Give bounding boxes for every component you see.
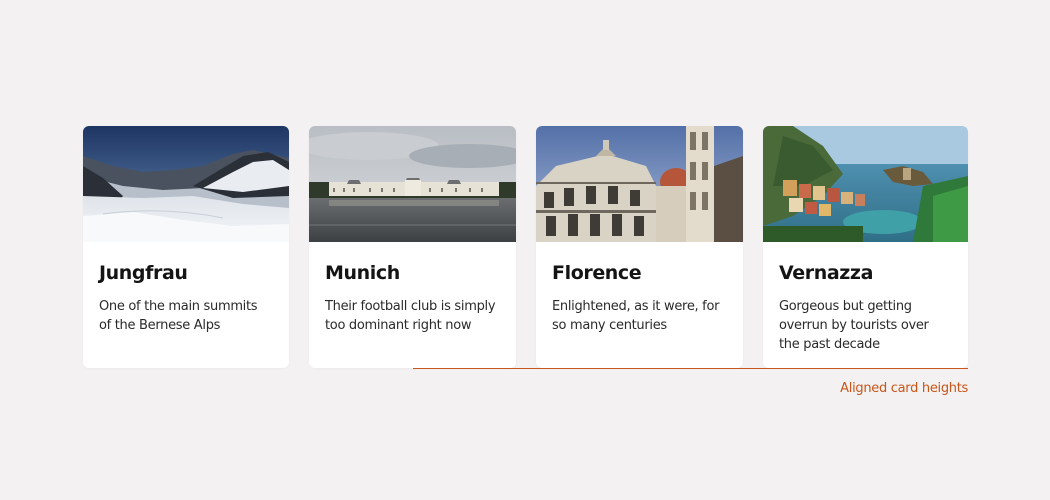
card-body: Jungfrau One of the main summits of the … <box>83 242 289 335</box>
coastal-village-image <box>763 126 968 242</box>
glacier-image <box>83 126 289 242</box>
card-vernazza[interactable]: Vernazza Gorgeous but getting overrun by… <box>763 126 968 368</box>
card-jungfrau[interactable]: Jungfrau One of the main summits of the … <box>83 126 289 368</box>
card-munich[interactable]: Munich Their football club is simply too… <box>309 126 516 368</box>
card-description: Gorgeous but getting overrun by tourists… <box>779 299 929 352</box>
palace-image <box>309 126 516 242</box>
card-image-florence <box>536 126 743 242</box>
card-image-vernazza <box>763 126 968 242</box>
annotation-label: Aligned card heights <box>840 381 968 396</box>
card-description: Their football club is simply too domina… <box>325 299 496 333</box>
card-description: One of the main summits of the Bernese A… <box>99 299 258 333</box>
card-title: Vernazza <box>779 262 874 284</box>
card-body: Florence Enlightened, as it were, for so… <box>536 242 743 335</box>
card-description: Enlightened, as it were, for so many cen… <box>552 299 720 333</box>
card-image-jungfrau <box>83 126 289 242</box>
card-title: Jungfrau <box>99 262 188 284</box>
annotation-line <box>413 368 968 369</box>
card-florence[interactable]: Florence Enlightened, as it were, for so… <box>536 126 743 368</box>
card-image-munich <box>309 126 516 242</box>
card-title: Munich <box>325 262 400 284</box>
card-title: Florence <box>552 262 642 284</box>
card-row: Jungfrau One of the main summits of the … <box>83 126 968 368</box>
cathedral-image <box>536 126 743 242</box>
card-body: Munich Their football club is simply too… <box>309 242 516 335</box>
card-body: Vernazza Gorgeous but getting overrun by… <box>763 242 968 354</box>
